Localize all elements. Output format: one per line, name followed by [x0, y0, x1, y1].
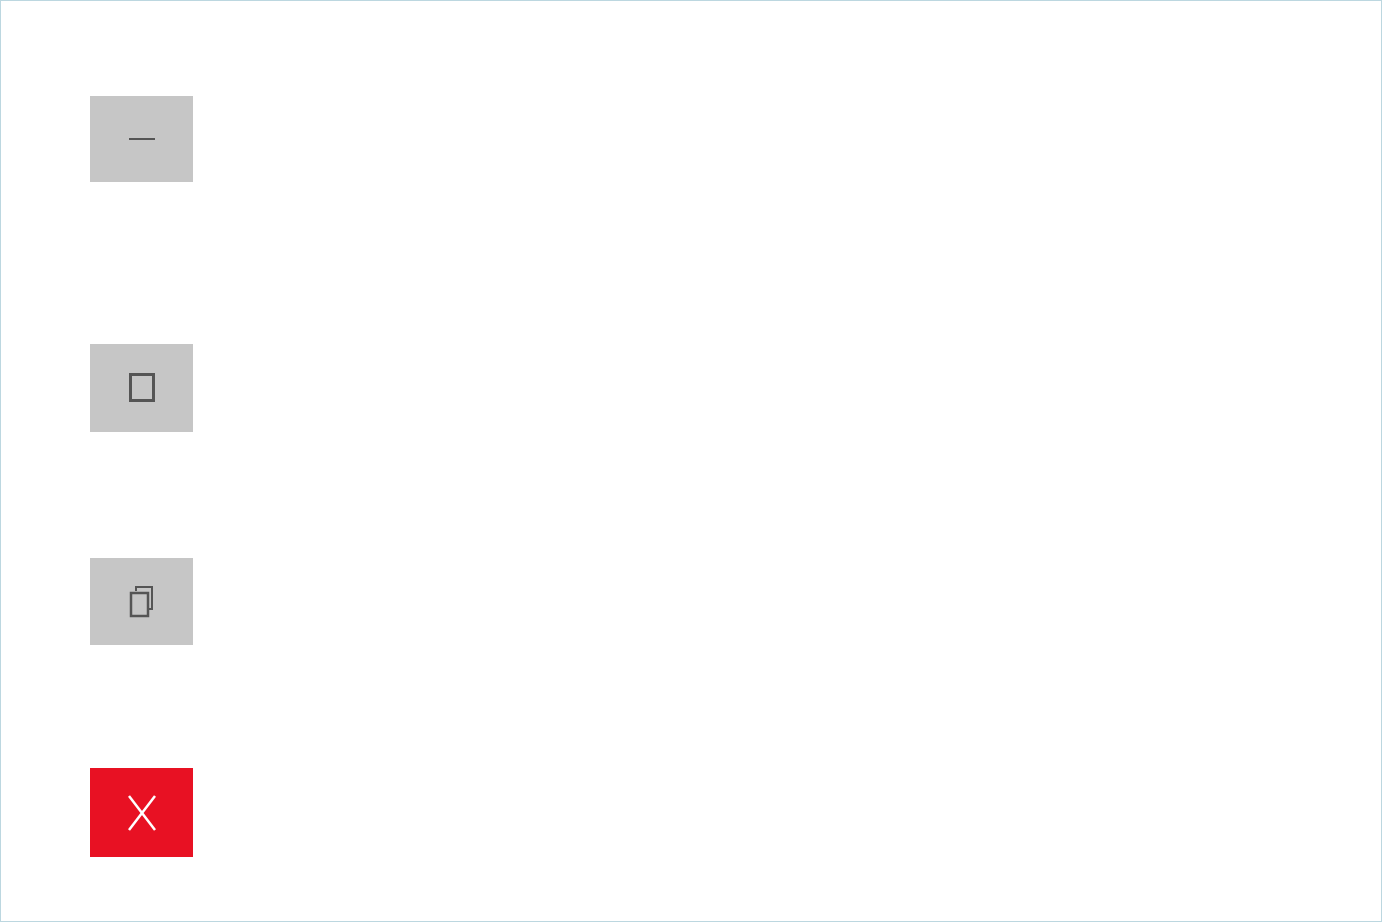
restore-button[interactable] — [90, 558, 193, 645]
minimize-icon — [127, 134, 157, 144]
minimize-button[interactable] — [90, 96, 193, 182]
restore-icon — [129, 585, 155, 619]
close-icon — [126, 793, 158, 833]
maximize-button[interactable] — [90, 344, 193, 432]
maximize-icon — [128, 372, 156, 404]
canvas-frame — [0, 0, 1382, 922]
close-button[interactable] — [90, 768, 193, 857]
